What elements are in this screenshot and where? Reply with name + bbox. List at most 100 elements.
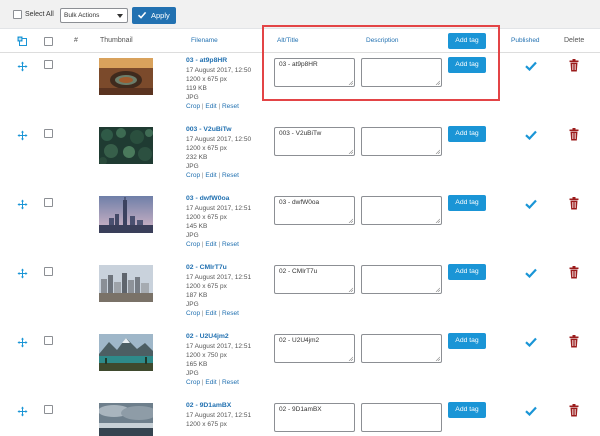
row-checkbox[interactable]: [44, 405, 53, 414]
column-header-filename[interactable]: Filename: [191, 37, 218, 44]
description-field[interactable]: [361, 334, 442, 363]
resize-grip-icon[interactable]: [435, 287, 440, 292]
file-size: 119 KB: [186, 85, 207, 92]
alt-title-field[interactable]: 003 - V2uBiTw: [274, 127, 355, 156]
add-tag-button[interactable]: Add tag: [448, 195, 486, 211]
reset-link[interactable]: Reset: [222, 103, 239, 110]
move-arrows-icon[interactable]: [17, 337, 28, 348]
apply-button[interactable]: Apply: [132, 7, 176, 24]
add-tag-button[interactable]: Add tag: [448, 264, 486, 280]
filename-link[interactable]: 03 - at9p8HR: [186, 57, 227, 64]
crop-link[interactable]: Crop: [186, 310, 200, 317]
row-checkbox[interactable]: [44, 60, 53, 69]
description-field[interactable]: [361, 265, 442, 294]
trash-icon[interactable]: [569, 404, 579, 417]
thumbnail-image: [99, 334, 153, 371]
alt-title-field[interactable]: 02 - U2U4jm2: [274, 334, 355, 363]
column-header-delete: Delete: [564, 37, 585, 44]
alt-title-field[interactable]: 03 - dwfW0oa: [274, 196, 355, 225]
trash-icon[interactable]: [569, 335, 579, 348]
row-checkbox[interactable]: [44, 198, 53, 207]
filename-link[interactable]: 02 - 9D1amBX: [186, 402, 231, 409]
separator: |: [218, 103, 221, 110]
alt-title-value: 02 - 9D1amBX: [279, 406, 322, 413]
filename-link[interactable]: 02 - U2U4jm2: [186, 333, 229, 340]
edit-link[interactable]: Edit: [205, 103, 216, 110]
trash-icon[interactable]: [569, 59, 579, 72]
edit-link[interactable]: Edit: [205, 310, 216, 317]
highlight-annotation-box: [262, 25, 500, 101]
filename-link[interactable]: 003 - V2uBiTw: [186, 126, 232, 133]
crop-link[interactable]: Crop: [186, 241, 200, 248]
alt-title-value: 003 - V2uBiTw: [279, 130, 322, 137]
trash-icon[interactable]: [569, 266, 579, 279]
edit-link[interactable]: Edit: [205, 379, 216, 386]
edit-link[interactable]: Edit: [205, 241, 216, 248]
add-image-icon[interactable]: [17, 36, 28, 47]
description-field[interactable]: [361, 403, 442, 432]
separator: |: [218, 172, 221, 179]
file-type: JPG: [186, 163, 199, 170]
row-checkbox[interactable]: [44, 336, 53, 345]
filename-link[interactable]: 02 - CMIrT7u: [186, 264, 227, 271]
alt-title-field[interactable]: 02 - 9D1amBX: [274, 403, 355, 432]
separator: |: [201, 379, 204, 386]
checkmark-icon[interactable]: [525, 61, 537, 71]
reset-link[interactable]: Reset: [222, 172, 239, 179]
reset-link[interactable]: Reset: [222, 379, 239, 386]
alt-title-field[interactable]: 02 - CMIrT7u: [274, 265, 355, 294]
trash-icon[interactable]: [569, 128, 579, 141]
row-actions: Crop | Edit | Reset: [186, 103, 239, 110]
thumbnail-image: [99, 58, 153, 95]
filename-link[interactable]: 03 - dwfW0oa: [186, 195, 229, 202]
checkmark-icon[interactable]: [525, 406, 537, 416]
resize-grip-icon[interactable]: [435, 149, 440, 154]
checkmark-icon[interactable]: [525, 130, 537, 140]
resize-grip-icon[interactable]: [348, 218, 353, 223]
image-dimensions: 1200 x 750 px: [186, 352, 227, 359]
description-field[interactable]: [361, 127, 442, 156]
add-tag-button[interactable]: Add tag: [448, 402, 486, 418]
add-tag-button[interactable]: Add tag: [448, 333, 486, 349]
image-dimensions: 1200 x 675 px: [186, 421, 227, 428]
image-dimensions: 1200 x 675 px: [186, 283, 227, 290]
thumbnail-image: [99, 403, 153, 436]
file-type: JPG: [186, 370, 199, 377]
upload-date: 17 August 2017, 12:51: [186, 274, 252, 281]
bulk-actions-select[interactable]: Bulk Actions: [60, 8, 128, 23]
resize-grip-icon[interactable]: [348, 356, 353, 361]
reset-link[interactable]: Reset: [222, 310, 239, 317]
resize-grip-icon[interactable]: [435, 218, 440, 223]
checkmark-icon[interactable]: [525, 268, 537, 278]
crop-link[interactable]: Crop: [186, 103, 200, 110]
edit-link[interactable]: Edit: [205, 172, 216, 179]
checkmark-icon: [137, 11, 147, 19]
move-arrows-icon[interactable]: [17, 199, 28, 210]
checkmark-icon[interactable]: [525, 337, 537, 347]
chevron-down-icon: [117, 14, 123, 18]
add-tag-button[interactable]: Add tag: [448, 126, 486, 142]
row-checkbox[interactable]: [44, 129, 53, 138]
file-size: 232 KB: [186, 154, 208, 161]
crop-link[interactable]: Crop: [186, 379, 200, 386]
move-arrows-icon[interactable]: [17, 268, 28, 279]
resize-grip-icon[interactable]: [435, 356, 440, 361]
reset-link[interactable]: Reset: [222, 241, 239, 248]
row-actions: Crop | Edit | Reset: [186, 310, 239, 317]
crop-link[interactable]: Crop: [186, 172, 200, 179]
move-arrows-icon[interactable]: [17, 130, 28, 141]
move-arrows-icon[interactable]: [17, 406, 28, 417]
trash-icon[interactable]: [569, 197, 579, 210]
column-header-published[interactable]: Published: [511, 37, 540, 44]
move-arrows-icon[interactable]: [17, 61, 28, 72]
resize-grip-icon[interactable]: [348, 287, 353, 292]
row-checkbox[interactable]: [44, 267, 53, 276]
select-all-checkbox[interactable]: [13, 10, 22, 19]
description-field[interactable]: [361, 196, 442, 225]
resize-grip-icon[interactable]: [348, 149, 353, 154]
thumbnail-image: [99, 127, 153, 164]
alt-title-value: 03 - dwfW0oa: [279, 199, 320, 206]
select-all-rows-checkbox[interactable]: [44, 37, 53, 46]
separator: |: [218, 379, 221, 386]
checkmark-icon[interactable]: [525, 199, 537, 209]
